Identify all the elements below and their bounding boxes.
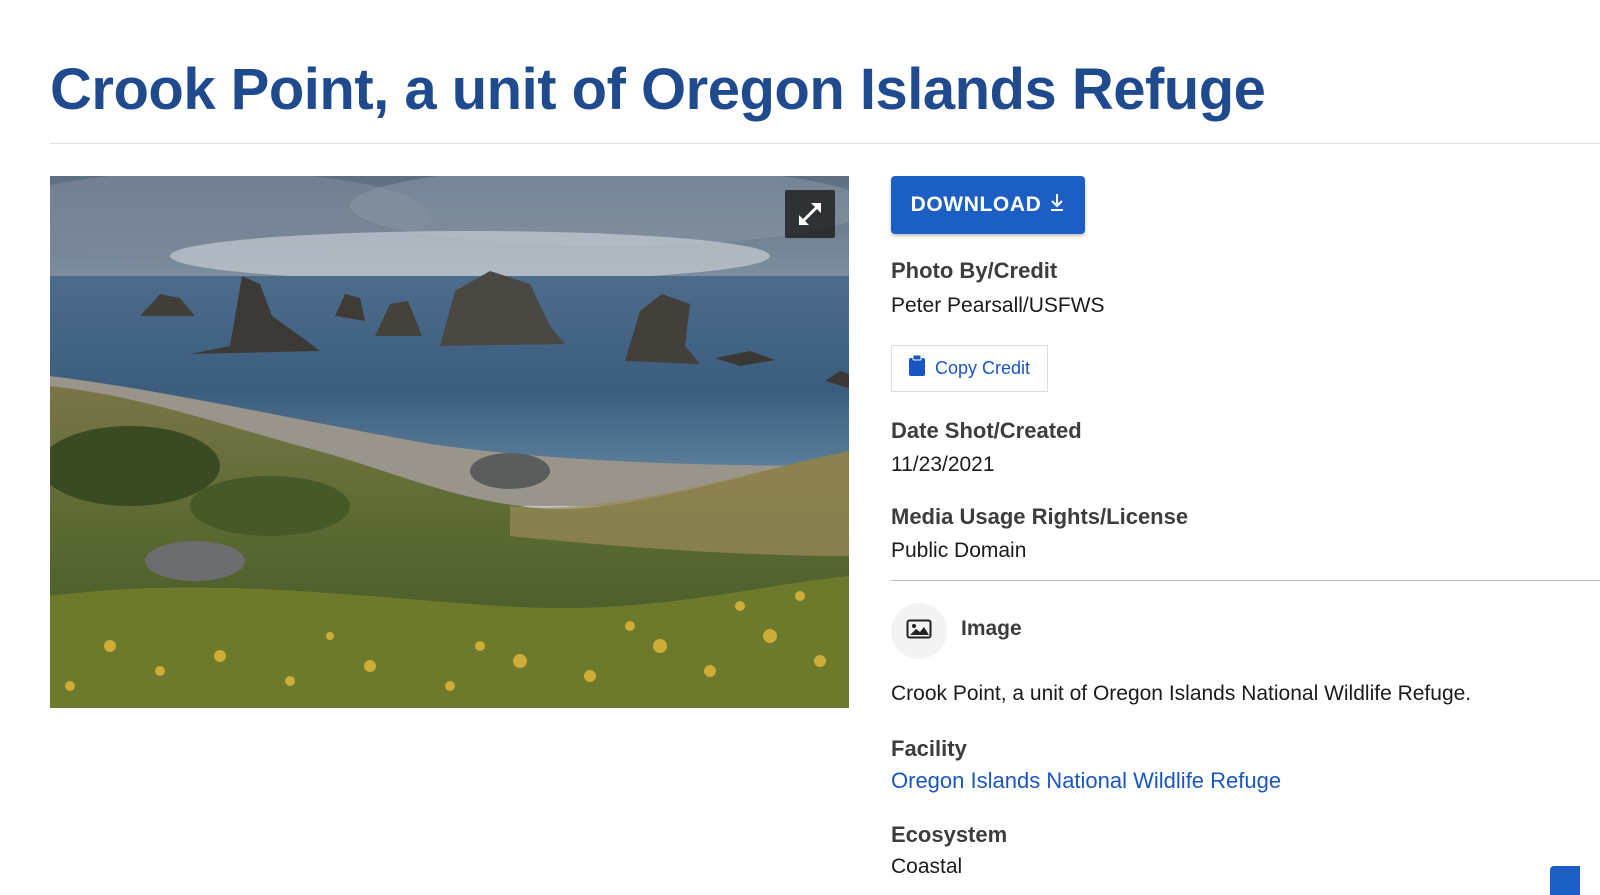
media-type-label: Image: [961, 617, 1022, 640]
clipboard-icon: [908, 354, 926, 382]
coastal-photo[interactable]: [50, 176, 849, 708]
photo-illustration: [50, 176, 849, 708]
credit-heading: Photo By/Credit: [891, 258, 1058, 283]
facility-heading: Facility: [891, 736, 967, 761]
expand-image-button[interactable]: [785, 190, 835, 238]
ecosystem-value: Coastal: [891, 855, 963, 878]
facility-link[interactable]: Oregon Islands National Wildlife Refuge: [891, 768, 1281, 794]
download-arrow-icon: [1049, 192, 1065, 218]
image-icon: [906, 619, 932, 644]
expand-arrows-icon: [795, 199, 825, 229]
page: Crook Point, a unit of Oregon Islands Re…: [0, 0, 1600, 895]
feedback-tab[interactable]: [1550, 866, 1580, 895]
media-type-badge: [891, 603, 947, 659]
credit-value: Peter Pearsall/USFWS: [891, 294, 1105, 317]
date-heading: Date Shot/Created: [891, 418, 1082, 443]
ecosystem-heading: Ecosystem: [891, 822, 1008, 847]
download-label: DOWNLOAD: [910, 193, 1042, 216]
copy-credit-label: Copy Credit: [935, 358, 1031, 378]
details-divider: [891, 580, 1600, 581]
rights-value: Public Domain: [891, 539, 1027, 562]
rights-heading: Media Usage Rights/License: [891, 504, 1189, 529]
page-title: Crook Point, a unit of Oregon Islands Re…: [50, 57, 1266, 122]
copy-credit-button[interactable]: Copy Credit: [891, 345, 1048, 392]
date-value: 11/23/2021: [891, 453, 995, 476]
image-description: Crook Point, a unit of Oregon Islands Na…: [891, 682, 1472, 705]
download-button[interactable]: DOWNLOAD: [891, 176, 1085, 234]
title-divider: [50, 143, 1600, 144]
